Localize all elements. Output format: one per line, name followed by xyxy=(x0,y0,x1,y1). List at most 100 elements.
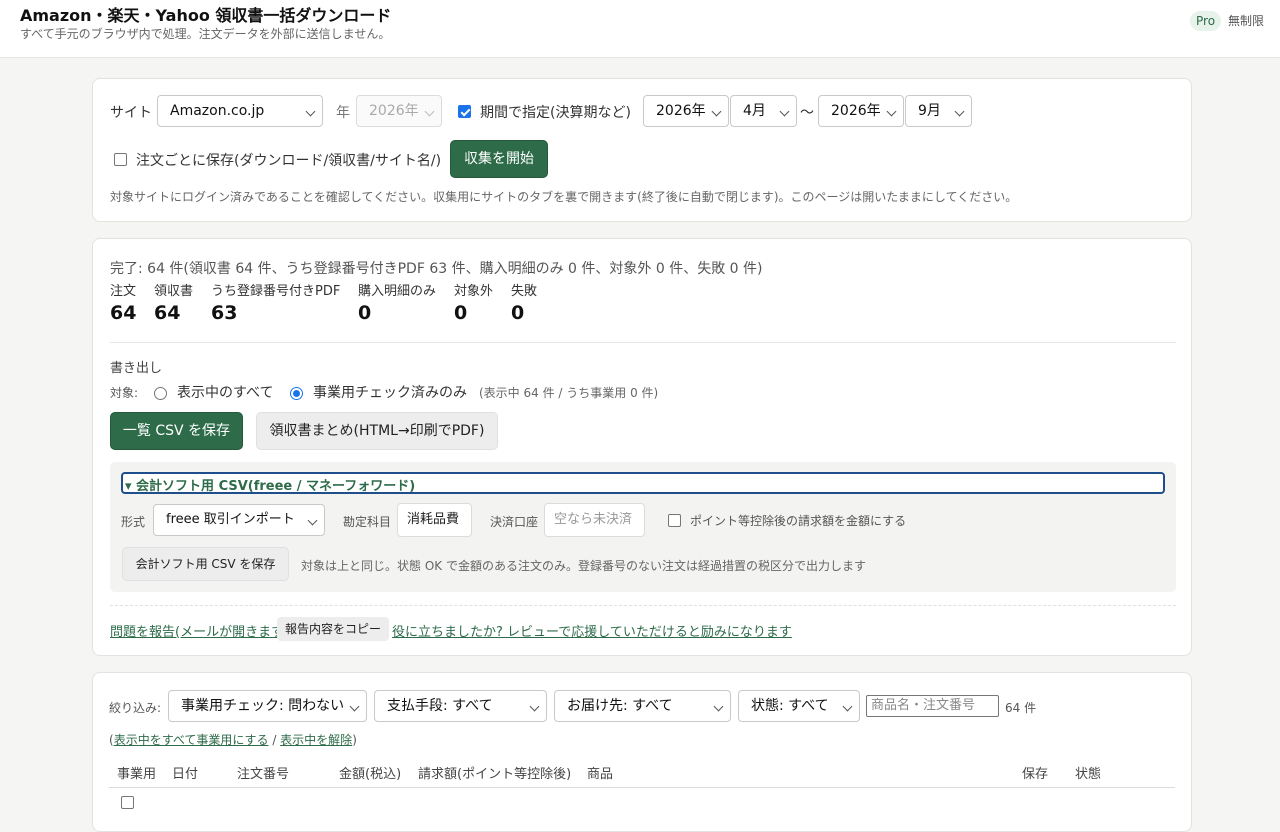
status-filter[interactable]: 状態: すべて xyxy=(738,690,860,722)
accounting-csv-toggle[interactable]: ▾ 会計ソフト用 CSV(freee / マネーフォワード) xyxy=(121,472,1165,494)
export-target-count: (表示中 64 件 / うち事業用 0 件) xyxy=(479,386,659,400)
copy-report-button[interactable]: 報告内容をコピー xyxy=(277,617,390,641)
from-year-value: 2026年 xyxy=(656,103,706,119)
accounting-csv-panel: ▾ 会計ソフト用 CSV(freee / マネーフォワード) 形式 freee … xyxy=(110,462,1176,592)
period-checkbox-label: 期間で指定(決算期など) xyxy=(480,105,631,121)
bulk-separator: / xyxy=(268,733,281,747)
stat-value-details-only: 0 xyxy=(358,302,372,324)
radio-all-visible[interactable] xyxy=(154,387,167,400)
accounting-csv-note: 対象は上と同じ。状態 OK で金額のある注文のみ。登録番号のない注文は経過措置の… xyxy=(301,559,866,573)
save-per-order-label: 注文ごとに保存(ダウンロード/領収書/サイト名/) xyxy=(136,153,442,169)
year-label: 年 xyxy=(336,105,350,121)
stat-value-failed: 0 xyxy=(511,302,525,324)
range-separator: 〜 xyxy=(800,105,814,121)
start-collection-button[interactable]: 収集を開始 xyxy=(450,140,548,178)
to-month-select[interactable]: 9月 xyxy=(905,95,972,127)
stat-label-excluded: 対象外 xyxy=(454,284,494,299)
divider xyxy=(110,342,1176,343)
review-link[interactable]: 役に立ちましたか? レビューで応援していただけると励みになります xyxy=(392,621,792,640)
save-list-csv-button[interactable]: 一覧 CSV を保存 xyxy=(110,412,243,450)
chevron-down-icon xyxy=(842,701,853,712)
settings-note: 対象サイトにログイン済みであることを確認してください。収集用にサイトのタブを裏で… xyxy=(110,190,1018,204)
settings-card: サイト Amazon.co.jp 年 2026年 期間で指定(決算期など) 20… xyxy=(92,78,1192,222)
bulk-close-paren: ) xyxy=(352,733,357,747)
report-problem-link[interactable]: 問題を報告(メールが開きます) xyxy=(110,621,289,640)
column-header-status[interactable]: 状態 xyxy=(1075,763,1101,782)
payment-filter[interactable]: 支払手段: すべて xyxy=(374,690,547,722)
chevron-down-icon xyxy=(779,106,790,117)
stat-label-receipts: 領収書 xyxy=(154,284,194,299)
status-filter-value: 状態: すべて xyxy=(751,698,829,714)
radio-business-only[interactable] xyxy=(290,387,303,400)
radio-all-visible-label: 表示中のすべて xyxy=(177,385,274,401)
stat-value-receipts: 64 xyxy=(154,302,181,324)
app-header: Amazon・楽天・Yahoo 領収書一括ダウンロード すべて手元のブラウザ内で… xyxy=(0,0,1280,58)
from-month-value: 4月 xyxy=(743,103,766,119)
orders-card: 絞り込み: 事業用チェック: 問わない 支払手段: すべて お届け先: すべて … xyxy=(92,672,1192,832)
chevron-down-icon xyxy=(711,106,722,117)
period-checkbox[interactable] xyxy=(458,105,471,118)
results-card: 完了: 64 件(領収書 64 件、うち登録番号付きPDF 63 件、購入明細の… xyxy=(92,238,1192,656)
column-header-order-number[interactable]: 注文番号 xyxy=(237,763,289,782)
points-deduction-checkbox[interactable] xyxy=(668,514,681,527)
to-year-select[interactable]: 2026年 xyxy=(818,95,904,127)
save-accounting-csv-button[interactable]: 会計ソフト用 CSV を保存 xyxy=(122,547,289,581)
business-check-filter[interactable]: 事業用チェック: 問わない xyxy=(168,690,367,722)
stat-value-registered-pdf: 63 xyxy=(211,302,238,324)
destination-filter-value: お届け先: すべて xyxy=(567,698,673,714)
year-select[interactable]: 2026年 xyxy=(356,95,442,127)
business-check-filter-value: 事業用チェック: 問わない xyxy=(181,698,345,714)
stat-value-excluded: 0 xyxy=(454,302,468,324)
bulk-actions: (表示中をすべて事業用にする / 表示中を解除) xyxy=(109,731,357,748)
account-input[interactable]: 消耗品費 xyxy=(397,503,472,537)
format-select[interactable]: freee 取引インポート xyxy=(153,504,325,536)
stat-label-details-only: 購入明細のみ xyxy=(358,284,437,299)
filter-label: 絞り込み: xyxy=(109,701,162,715)
to-month-value: 9月 xyxy=(918,103,941,119)
payment-account-label: 決済口座 xyxy=(490,515,539,529)
radio-business-only-label: 事業用チェック済みのみ xyxy=(313,385,467,401)
chevron-down-icon xyxy=(349,701,360,712)
format-select-value: freee 取引インポート xyxy=(166,512,295,527)
site-select-value: Amazon.co.jp xyxy=(170,103,265,119)
payment-filter-value: 支払手段: すべて xyxy=(387,698,493,714)
account-label: 勘定科目 xyxy=(343,515,392,529)
stat-label-registered-pdf: うち登録番号付きPDF xyxy=(211,284,341,299)
points-deduction-label: ポイント等控除後の請求額を金額にする xyxy=(690,514,907,528)
mark-all-business-link[interactable]: 表示中をすべて事業用にする xyxy=(114,733,269,747)
chevron-down-icon xyxy=(307,515,318,526)
to-year-value: 2026年 xyxy=(831,103,881,119)
from-year-select[interactable]: 2026年 xyxy=(643,95,729,127)
chevron-down-icon xyxy=(713,701,724,712)
year-select-value: 2026年 xyxy=(369,103,419,119)
column-header-business[interactable]: 事業用 xyxy=(117,763,156,782)
column-header-saved[interactable]: 保存 xyxy=(1022,763,1048,782)
app-title: Amazon・楽天・Yahoo 領収書一括ダウンロード xyxy=(20,6,392,25)
plan-status: 無制限 xyxy=(1228,14,1265,28)
export-target-label: 対象: xyxy=(110,386,139,400)
filtered-count: 64 件 xyxy=(1005,701,1037,715)
destination-filter[interactable]: お届け先: すべて xyxy=(554,690,731,722)
chevron-down-icon xyxy=(424,106,435,117)
row-business-checkbox[interactable] xyxy=(121,796,134,809)
search-input[interactable]: 商品名・注文番号 xyxy=(866,695,999,717)
chevron-down-icon xyxy=(529,701,540,712)
save-per-order-checkbox[interactable] xyxy=(114,153,127,166)
column-header-date[interactable]: 日付 xyxy=(172,763,198,782)
unmark-all-link[interactable]: 表示中を解除 xyxy=(280,733,352,747)
app-subtitle: すべて手元のブラウザ内で処理。注文データを外部に送信しません。 xyxy=(20,27,391,41)
column-header-amount[interactable]: 金額(税込) xyxy=(339,763,401,782)
column-header-items[interactable]: 商品 xyxy=(587,763,613,782)
chevron-down-icon xyxy=(886,106,897,117)
stat-value-orders: 64 xyxy=(110,302,137,324)
stat-label-orders: 注文 xyxy=(110,284,137,299)
chevron-down-icon xyxy=(954,106,965,117)
payment-account-input[interactable]: 空なら未決済 xyxy=(544,503,645,537)
column-header-billed-amount[interactable]: 請求額(ポイント等控除後) xyxy=(418,763,571,782)
table-header-divider xyxy=(109,787,1175,788)
chevron-down-icon xyxy=(305,106,316,117)
receipts-bundle-button[interactable]: 領収書まとめ(HTML→印刷でPDF) xyxy=(256,412,498,450)
site-select[interactable]: Amazon.co.jp xyxy=(157,95,323,127)
from-month-select[interactable]: 4月 xyxy=(730,95,797,127)
accounting-csv-summary: ▾ 会計ソフト用 CSV(freee / マネーフォワード) xyxy=(125,479,416,494)
